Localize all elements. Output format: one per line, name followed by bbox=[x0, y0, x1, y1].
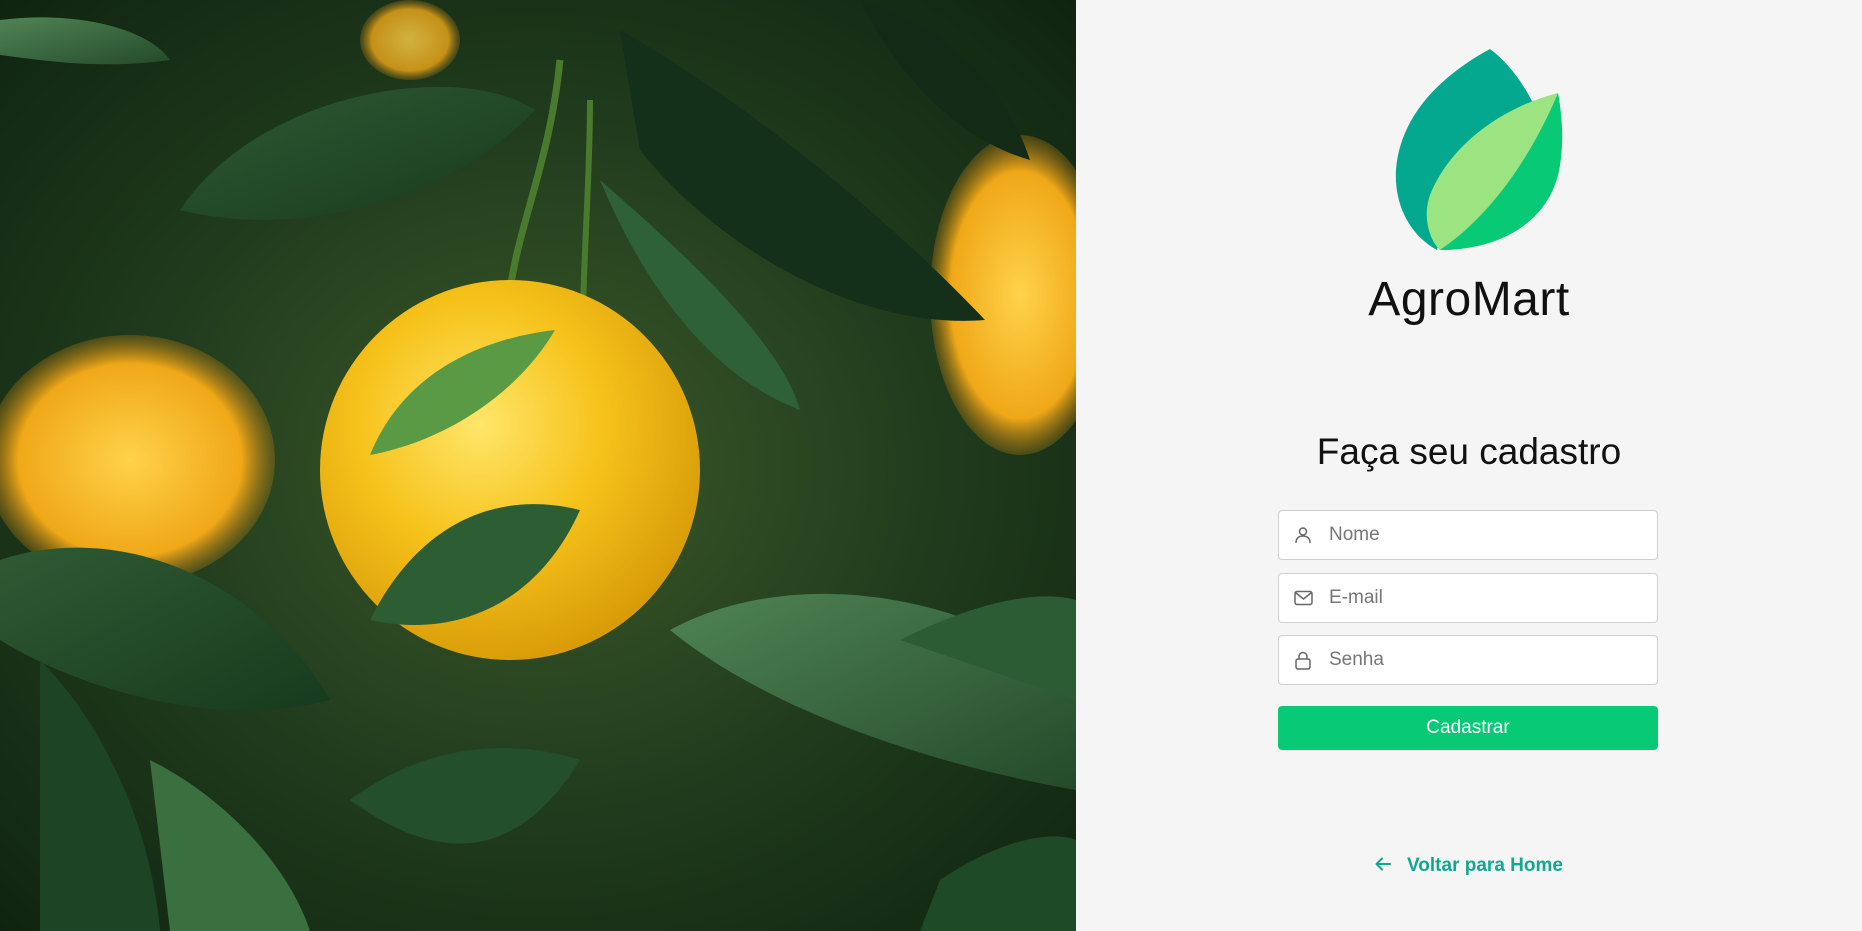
email-field[interactable] bbox=[1278, 573, 1658, 623]
arrow-left-icon bbox=[1375, 855, 1392, 877]
password-input[interactable] bbox=[1329, 649, 1629, 671]
form-title: Faça seu cadastro bbox=[1316, 431, 1622, 472]
hero-photo bbox=[0, 0, 1076, 931]
password-field[interactable] bbox=[1278, 635, 1658, 685]
back-home-label: Voltar para Home bbox=[1407, 855, 1563, 876]
signup-page: AgroMart Faça seu cadastro Nome E-mail C… bbox=[0, 0, 1862, 931]
back-home-link[interactable]: Voltar para Home bbox=[1076, 855, 1862, 877]
email-input[interactable] bbox=[1329, 587, 1629, 609]
mail-icon bbox=[1293, 588, 1313, 608]
signup-panel: AgroMart Faça seu cadastro Nome E-mail C… bbox=[1076, 0, 1862, 931]
agromart-logo bbox=[1395, 49, 1563, 250]
name-input[interactable] bbox=[1329, 524, 1629, 546]
user-icon bbox=[1293, 525, 1313, 545]
brand-name: AgroMart bbox=[1368, 273, 1570, 326]
signup-button[interactable]: Cadastrar bbox=[1278, 706, 1658, 750]
name-field[interactable] bbox=[1278, 510, 1658, 560]
lock-icon bbox=[1293, 650, 1313, 670]
